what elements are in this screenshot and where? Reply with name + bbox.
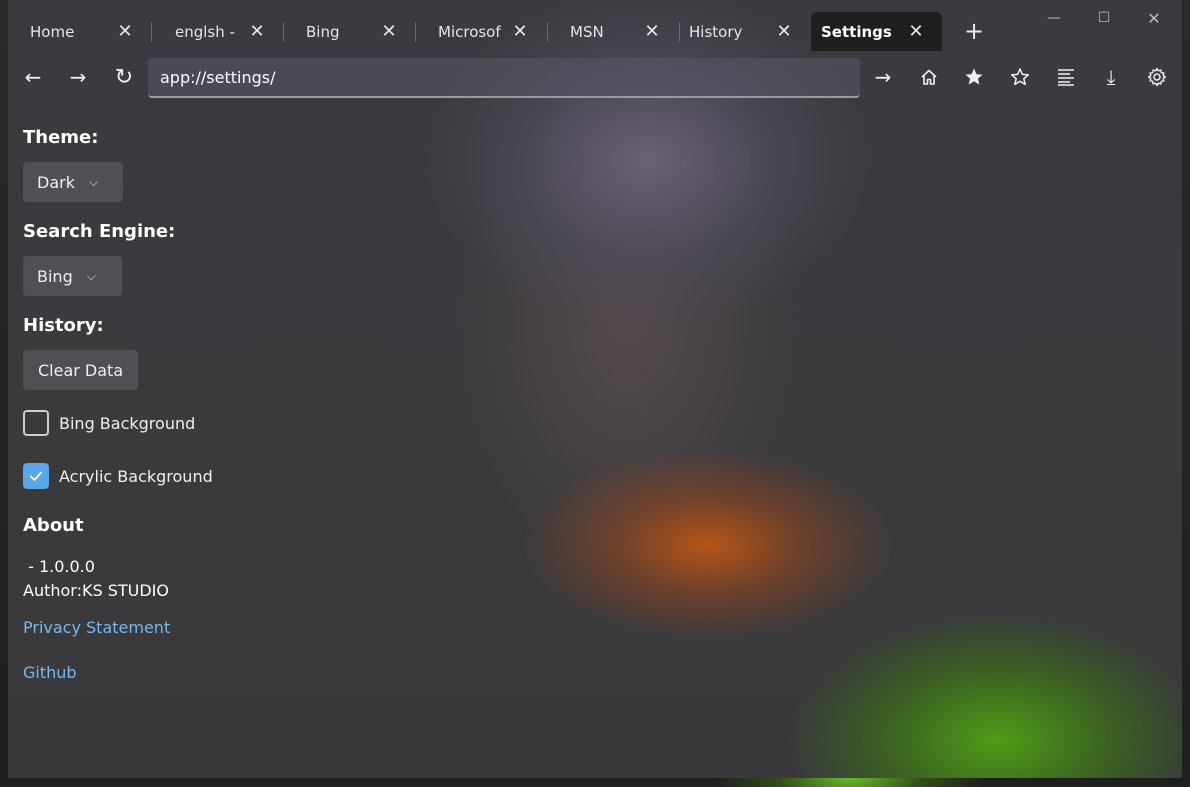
history-heading: History: (23, 315, 104, 336)
tab-close-icon[interactable]: ✕ (114, 20, 136, 42)
about-heading: About (23, 515, 84, 536)
gear-icon (1147, 67, 1167, 87)
tab-close-icon[interactable]: ✕ (641, 20, 663, 42)
settings-button[interactable] (1144, 64, 1170, 90)
tab-close-icon[interactable]: ✕ (773, 20, 795, 42)
tab-label: MSN (570, 23, 604, 41)
reading-list-button[interactable] (1053, 64, 1079, 90)
tab-label: Settings (821, 23, 892, 41)
bing-background-label: Bing Background (59, 413, 196, 433)
tab-history[interactable]: History ✕ (681, 12, 811, 51)
browser-window: Home ✕ englsh - ✕ Bing ✕ Microsof ✕ MSN … (8, 0, 1182, 778)
tab-settings[interactable]: Settings ✕ (811, 12, 942, 51)
refresh-button[interactable]: ↻ (111, 64, 137, 90)
tab-close-icon[interactable]: ✕ (509, 20, 531, 42)
star-filled-icon (965, 68, 983, 85)
favorites-button[interactable] (1007, 64, 1033, 90)
tab-separator (415, 22, 416, 42)
lines-icon (1058, 69, 1074, 86)
maximize-button[interactable]: ☐ (1093, 8, 1115, 28)
github-link[interactable]: Github (23, 663, 77, 682)
search-engine-heading: Search Engine: (23, 221, 176, 242)
version-text: - 1.0.0.0 (23, 557, 95, 576)
tab-separator (283, 22, 284, 42)
bing-background-option[interactable]: Bing Background (23, 409, 195, 437)
tab-english[interactable]: englsh - ✕ (153, 12, 283, 51)
tab-label: Microsof (438, 23, 501, 41)
bing-background-checkbox[interactable] (23, 410, 49, 436)
tab-label: Home (30, 23, 75, 41)
address-input[interactable] (148, 58, 860, 96)
privacy-statement-link[interactable]: Privacy Statement (23, 618, 170, 637)
search-engine-dropdown[interactable]: Bing ⌵ (23, 256, 122, 296)
tab-separator (547, 22, 548, 42)
minimize-button[interactable]: — (1043, 8, 1065, 28)
tab-separator (679, 22, 680, 42)
acrylic-background-checkbox[interactable] (23, 463, 49, 489)
home-icon (921, 69, 937, 85)
tab-label: History (689, 23, 743, 41)
acrylic-background-option[interactable]: Acrylic Background (23, 462, 213, 490)
tab-home[interactable]: Home ✕ (8, 12, 140, 51)
tab-strip: Home ✕ englsh - ✕ Bing ✕ Microsof ✕ MSN … (8, 0, 1182, 52)
downloads-button[interactable]: ⤓ (1098, 64, 1124, 90)
search-engine-value: Bing (37, 266, 73, 286)
navigation-bar: ← → ↻ → ⤓ (8, 52, 1182, 102)
chevron-down-icon: ⌵ (86, 268, 96, 283)
tab-label: englsh - (175, 23, 235, 41)
back-button[interactable]: ← (20, 64, 46, 90)
theme-dropdown[interactable]: Dark ⌵ (23, 162, 123, 202)
acrylic-background-label: Acrylic Background (59, 466, 213, 486)
tab-separator (151, 22, 152, 42)
tab-bing[interactable]: Bing ✕ (285, 12, 415, 51)
star-outline-icon (1011, 68, 1029, 86)
forward-button[interactable]: → (65, 64, 91, 90)
tab-microsoft[interactable]: Microsof ✕ (417, 12, 547, 51)
theme-heading: Theme: (23, 127, 99, 148)
author-text: Author:KS STUDIO (23, 581, 169, 600)
tab-msn[interactable]: MSN ✕ (549, 12, 679, 51)
address-bar[interactable] (148, 58, 860, 98)
clear-data-button[interactable]: Clear Data (23, 350, 139, 390)
tab-close-icon[interactable]: ✕ (246, 20, 268, 42)
settings-page: Theme: Dark ⌵ Search Engine: Bing ⌵ Hist… (23, 102, 623, 772)
chevron-down-icon: ⌵ (88, 174, 99, 189)
checkmark-icon (30, 471, 42, 481)
new-tab-button[interactable]: + (963, 19, 985, 43)
go-button[interactable]: → (870, 64, 896, 90)
tab-close-icon[interactable]: ✕ (905, 20, 927, 42)
tab-close-icon[interactable]: ✕ (378, 20, 400, 42)
tab-label: Bing (306, 23, 340, 41)
add-favorite-button[interactable] (961, 64, 987, 90)
close-window-button[interactable]: ✕ (1143, 8, 1165, 28)
theme-value: Dark (37, 172, 75, 192)
home-button[interactable] (916, 64, 942, 90)
